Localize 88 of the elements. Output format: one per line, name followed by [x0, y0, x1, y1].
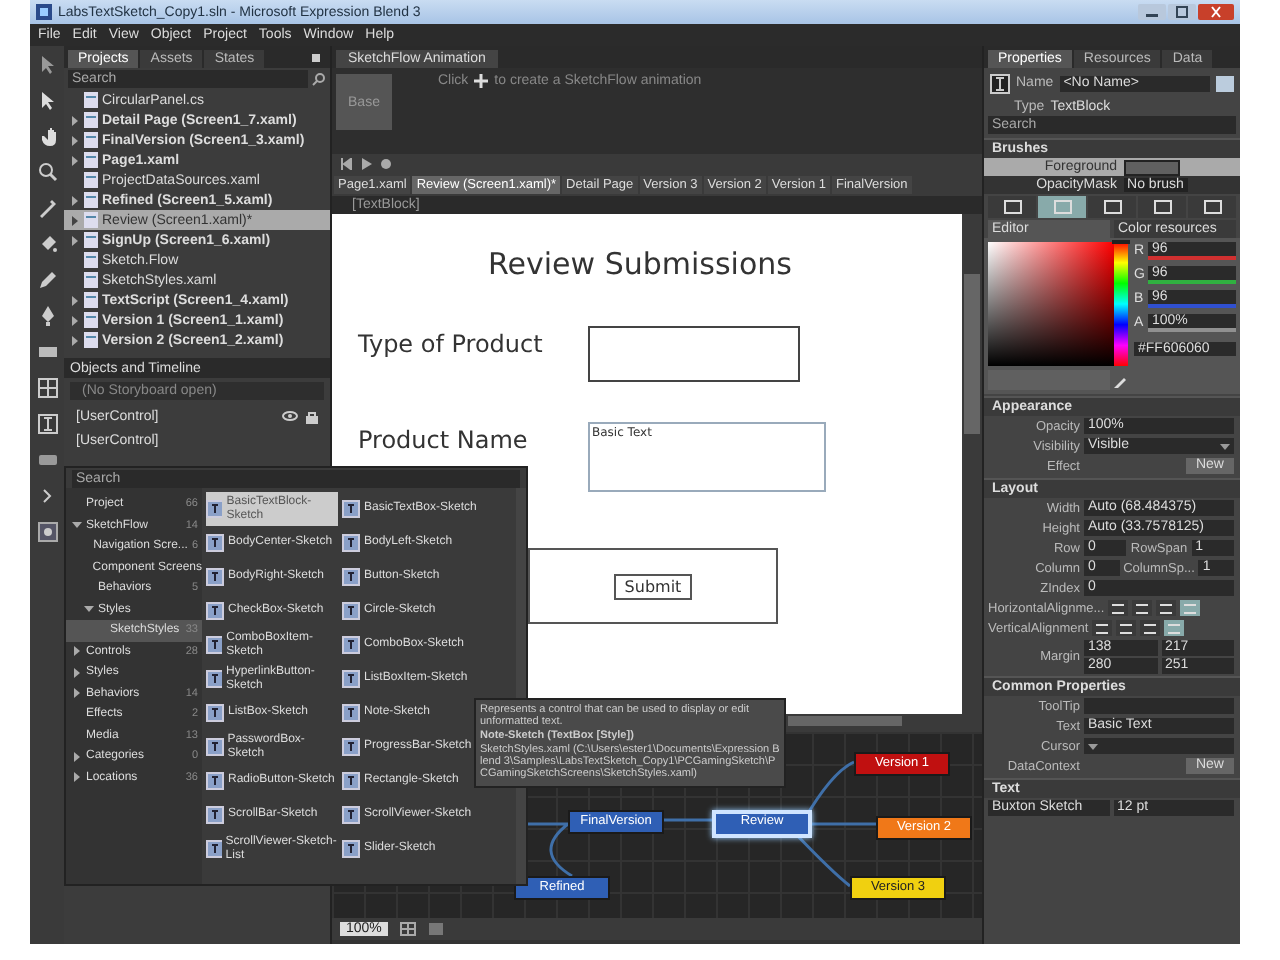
text-cursor-icon	[990, 73, 1010, 93]
grid-icon[interactable]	[37, 378, 57, 398]
control-thumbnail-icon	[342, 704, 360, 722]
file-icon	[84, 252, 98, 268]
control-thumbnail-icon	[342, 568, 360, 586]
file-icon	[84, 292, 98, 308]
file-icon	[84, 132, 98, 148]
file-icon	[84, 112, 98, 128]
file-icon	[84, 92, 98, 108]
alignment-button[interactable]	[1180, 600, 1201, 616]
alignment-button[interactable]	[1132, 600, 1153, 616]
file-icon	[84, 312, 98, 328]
brush-type-tab[interactable]	[1138, 196, 1186, 218]
eye-icon[interactable]	[282, 410, 298, 422]
field-label: Type of Product	[358, 330, 545, 358]
color-field[interactable]	[988, 242, 1114, 366]
file-icon	[84, 272, 98, 288]
file-icon	[84, 192, 98, 208]
scrollbar-thumb[interactable]	[964, 274, 980, 434]
maximize-icon[interactable]	[1168, 4, 1196, 20]
control-thumbnail-icon	[342, 602, 360, 620]
close-icon[interactable]	[1198, 4, 1234, 20]
control-thumbnail-icon	[206, 568, 224, 586]
expander-icon[interactable]	[72, 520, 82, 531]
brush-type-tab[interactable]	[1188, 196, 1236, 218]
control-thumbnail-icon	[342, 670, 360, 688]
view-icon[interactable]	[1216, 75, 1234, 91]
rectangle-icon[interactable]	[37, 342, 57, 362]
file-icon	[84, 232, 98, 248]
control-thumbnail-icon	[342, 500, 360, 518]
control-thumbnail-icon	[342, 636, 360, 654]
control-thumbnail-icon	[342, 840, 360, 858]
skip-back-icon[interactable]	[340, 158, 352, 170]
dropdown-icon	[1220, 441, 1230, 451]
file-icon	[84, 152, 98, 168]
search-icon	[312, 72, 326, 86]
control-thumbnail-icon	[206, 602, 224, 620]
brush-type-tab[interactable]	[1088, 196, 1136, 218]
alignment-button[interactable]	[1092, 620, 1113, 636]
zoom-icon[interactable]	[37, 162, 57, 182]
property-field[interactable]	[1084, 698, 1234, 714]
brush-type-tab[interactable]	[988, 196, 1036, 218]
alignment-button[interactable]	[1164, 620, 1185, 636]
dropdown-icon	[1088, 741, 1098, 751]
app-icon	[36, 4, 52, 20]
button-icon[interactable]	[37, 450, 57, 470]
scrollbar-thumb[interactable]	[788, 716, 902, 726]
pen-icon[interactable]	[37, 306, 57, 326]
minimize-icon[interactable]	[1138, 4, 1166, 20]
control-thumbnail-icon	[206, 500, 223, 518]
play-icon[interactable]	[360, 158, 372, 170]
alignment-button[interactable]	[1140, 620, 1161, 636]
control-thumbnail-icon	[206, 772, 224, 790]
control-thumbnail-icon	[342, 738, 360, 756]
expander-icon[interactable]	[84, 604, 94, 615]
pencil-icon[interactable]	[37, 270, 57, 290]
alignment-button[interactable]	[1156, 600, 1177, 616]
plus-icon[interactable]	[474, 74, 489, 88]
control-thumbnail-icon	[342, 534, 360, 552]
asset-icon[interactable]	[37, 522, 57, 542]
alignment-button[interactable]	[1116, 620, 1137, 636]
file-icon	[84, 212, 98, 228]
record-icon[interactable]	[380, 158, 392, 170]
control-thumbnail-icon	[206, 636, 223, 654]
file-icon	[84, 172, 98, 188]
paint-bucket-icon[interactable]	[37, 234, 57, 254]
page-heading: Review Submissions	[486, 246, 794, 282]
chevron-icon[interactable]	[37, 486, 57, 506]
eyedropper-icon[interactable]	[1114, 373, 1128, 387]
control-thumbnail-icon	[206, 738, 224, 756]
control-thumbnail-icon	[342, 806, 360, 824]
eyedropper-icon[interactable]	[37, 198, 57, 218]
text-cursor-icon[interactable]	[37, 414, 57, 434]
hand-icon[interactable]	[37, 126, 57, 146]
control-thumbnail-icon	[342, 772, 360, 790]
snap-icon[interactable]	[427, 922, 444, 936]
control-thumbnail-icon	[206, 670, 223, 688]
lock-icon[interactable]	[306, 409, 318, 423]
control-thumbnail-icon	[206, 840, 222, 858]
control-thumbnail-icon	[206, 704, 224, 722]
file-icon	[84, 332, 98, 348]
control-thumbnail-icon	[206, 534, 224, 552]
pin-icon[interactable]	[310, 51, 322, 63]
field-label: Product Name	[358, 426, 530, 454]
control-thumbnail-icon	[206, 806, 224, 824]
alignment-button[interactable]	[1108, 600, 1129, 616]
grid-icon[interactable]	[399, 922, 416, 936]
hue-slider[interactable]	[1114, 242, 1128, 366]
